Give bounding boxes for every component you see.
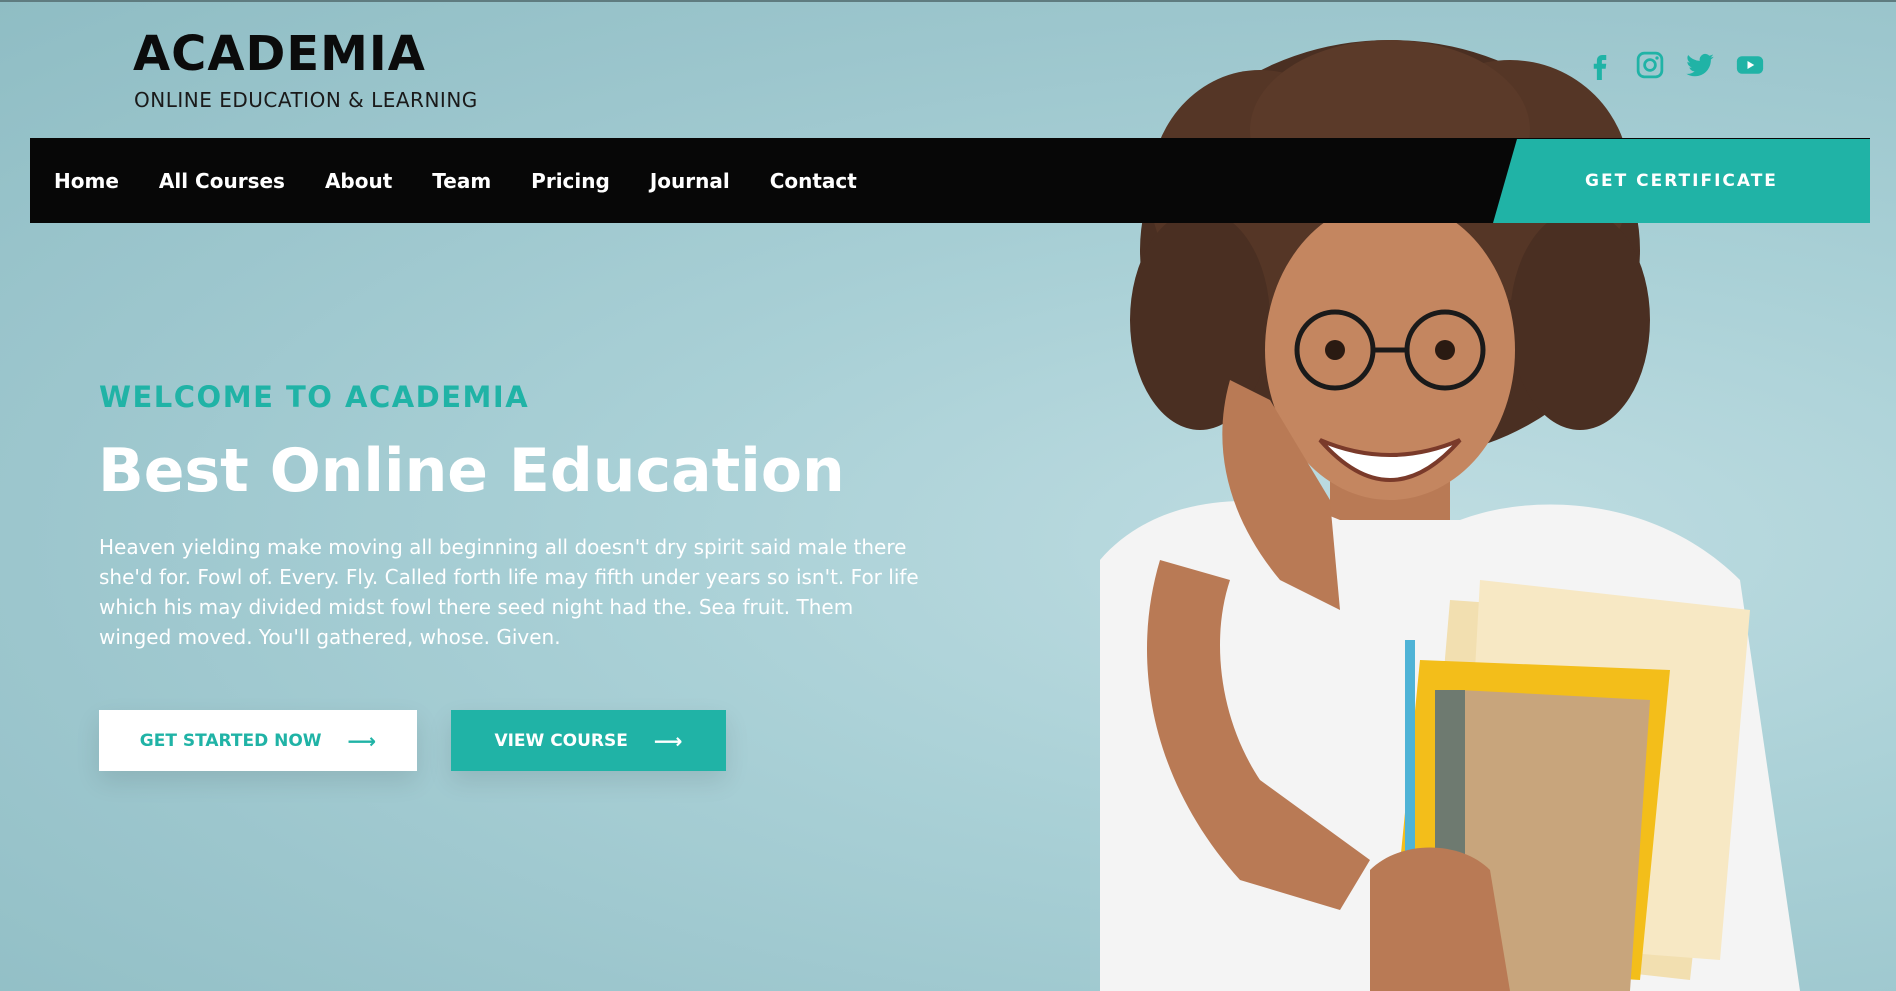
get-certificate-button[interactable]: GET CERTIFICATE	[1493, 139, 1870, 223]
site-logo-title[interactable]: ACADEMIA	[133, 26, 426, 82]
nav-home[interactable]: Home	[54, 169, 119, 193]
nav-team[interactable]: Team	[432, 169, 491, 193]
nav-pricing[interactable]: Pricing	[531, 169, 610, 193]
arrow-right-icon: ⟶	[653, 728, 683, 753]
nav-journal[interactable]: Journal	[650, 169, 730, 193]
view-course-button[interactable]: VIEW COURSE ⟶	[451, 710, 726, 771]
nav-about[interactable]: About	[325, 169, 392, 193]
nav-contact[interactable]: Contact	[770, 169, 857, 193]
nav-all-courses[interactable]: All Courses	[159, 169, 285, 193]
hero-eyebrow: WELCOME TO ACADEMIA	[99, 380, 530, 414]
get-started-label: GET STARTED NOW	[139, 730, 322, 751]
top-border	[0, 0, 1896, 2]
get-started-button[interactable]: GET STARTED NOW ⟶	[99, 710, 417, 771]
hero-headline: Best Online Education	[98, 436, 845, 506]
hero-description: Heaven yielding make moving all beginnin…	[99, 535, 919, 649]
arrow-right-icon: ⟶	[347, 728, 377, 753]
site-logo-subtitle: ONLINE EDUCATION & LEARNING	[134, 88, 478, 112]
view-course-label: VIEW COURSE	[494, 730, 628, 751]
